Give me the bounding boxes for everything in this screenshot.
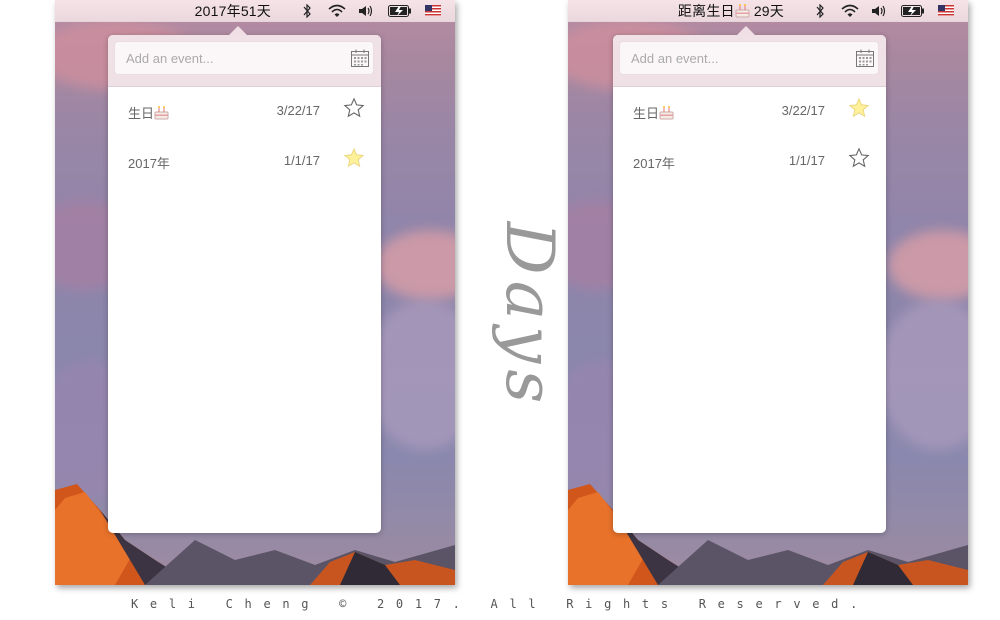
popover-header <box>108 35 381 87</box>
event-name: 生日 <box>633 103 674 122</box>
copyright-footer: Keli Cheng © 2017. All Rights Reserved. <box>130 597 870 611</box>
cake-icon <box>659 106 674 120</box>
event-date: 1/1/17 <box>788 153 825 168</box>
star-filled-icon[interactable] <box>343 147 365 169</box>
event-row[interactable]: 生日 3/22/17 <box>613 87 886 137</box>
menu-bar: 距离生日 29天 <box>568 0 968 22</box>
event-row[interactable]: 生日 3/22/17 <box>108 87 381 137</box>
us-flag-icon[interactable] <box>423 3 443 19</box>
cake-icon <box>735 3 750 17</box>
us-flag-icon[interactable] <box>936 3 956 19</box>
star-filled-icon[interactable] <box>848 97 870 119</box>
menu-bar: 2017年51天 <box>55 0 455 22</box>
event-date: 1/1/17 <box>283 153 320 168</box>
menubar-days-title[interactable]: 距离生日 29天 <box>678 1 784 21</box>
screenshot-right: 距离生日 29天 生日 3/22/17 <box>568 0 968 585</box>
event-date: 3/22/17 <box>276 103 320 118</box>
star-outline-icon[interactable] <box>343 97 365 119</box>
cake-icon <box>154 106 169 120</box>
calendar-icon[interactable] <box>855 48 875 68</box>
days-logo: Days <box>491 221 569 409</box>
event-row[interactable]: 2017年 1/1/17 <box>613 137 886 187</box>
event-name: 2017年 <box>633 156 675 171</box>
add-event-input[interactable] <box>619 41 879 75</box>
menubar-days-title[interactable]: 2017年51天 <box>195 1 271 21</box>
cloud <box>888 230 968 300</box>
volume-icon[interactable] <box>357 3 377 19</box>
volume-icon[interactable] <box>870 3 890 19</box>
wifi-icon[interactable] <box>327 3 347 19</box>
events-popover: 生日 3/22/17 2017年 1/1/17 <box>613 26 886 533</box>
star-outline-icon[interactable] <box>848 147 870 169</box>
popover-header <box>613 35 886 87</box>
wifi-icon[interactable] <box>840 3 860 19</box>
event-date: 3/22/17 <box>781 103 825 118</box>
calendar-icon[interactable] <box>350 48 370 68</box>
bluetooth-icon[interactable] <box>810 3 830 19</box>
event-name: 2017年 <box>128 156 170 171</box>
bluetooth-icon[interactable] <box>297 3 317 19</box>
event-name: 生日 <box>128 103 169 122</box>
events-popover: 生日 3/22/17 2017年 1/1/17 <box>108 26 381 533</box>
cloud <box>878 300 968 450</box>
event-row[interactable]: 2017年 1/1/17 <box>108 137 381 187</box>
add-event-input[interactable] <box>114 41 374 75</box>
battery-charging-icon[interactable] <box>387 3 413 19</box>
screenshot-left: 2017年51天 生日 3/22/17 <box>55 0 455 585</box>
cloud <box>375 230 455 300</box>
battery-charging-icon[interactable] <box>900 3 926 19</box>
